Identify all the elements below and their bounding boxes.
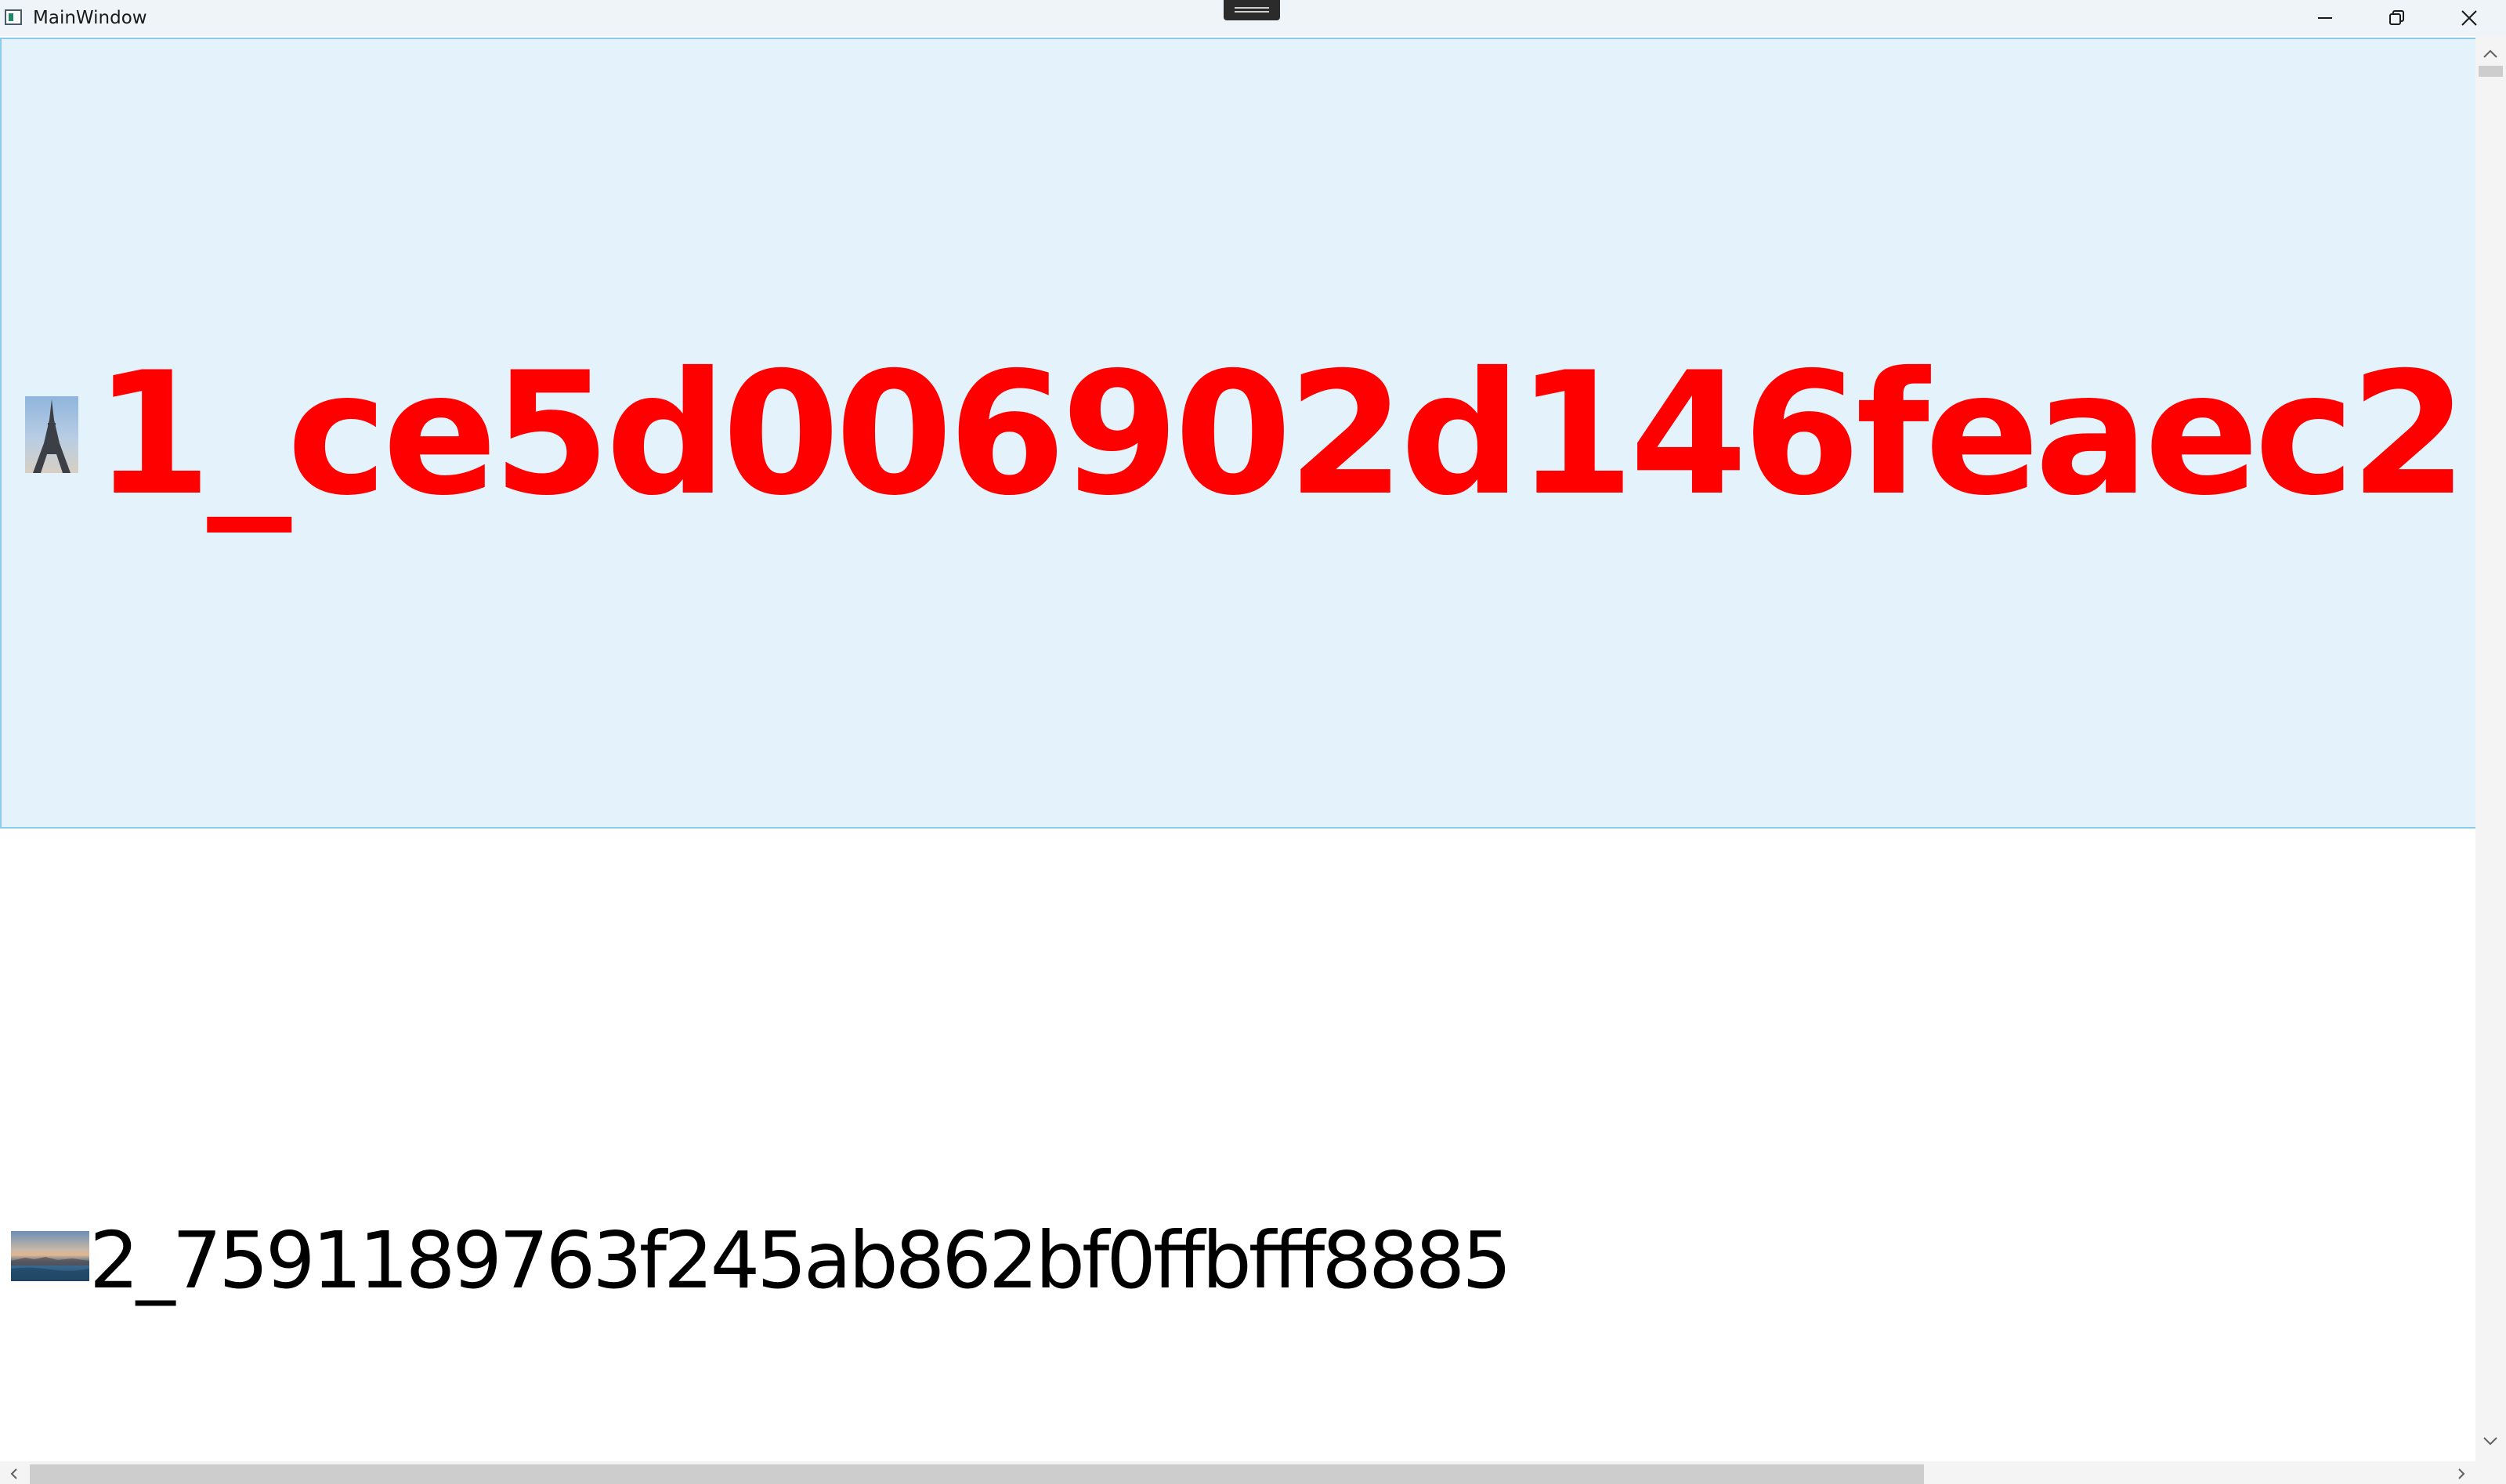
image-list[interactable]: 1_ce5d006902d146feaec21ffdf 2_7591189763… [0, 36, 2506, 1461]
list-item[interactable]: 2_7591189763f245ab862bf0ffbfff8885 [0, 830, 2475, 1461]
scroll-left-icon[interactable] [9, 1468, 19, 1483]
scroll-down-icon[interactable] [2482, 1434, 2498, 1449]
vertical-scroll-thumb[interactable] [2479, 66, 2503, 77]
list-item-label: 1_ce5d006902d146feaec21ffdf [94, 336, 2506, 533]
eiffel-tower-thumbnail [25, 396, 78, 473]
list-item[interactable]: 1_ce5d006902d146feaec21ffdf [0, 38, 2506, 829]
scrollbar-corner [2475, 1461, 2506, 1484]
close-icon [2461, 9, 2478, 27]
title-bar[interactable]: MainWindow [0, 0, 2506, 36]
minimize-icon [2316, 9, 2334, 27]
horizontal-scrollbar[interactable] [0, 1461, 2475, 1484]
window-title: MainWindow [33, 8, 147, 28]
close-button[interactable] [2433, 0, 2505, 36]
restore-button[interactable] [2361, 0, 2433, 36]
horizontal-scroll-thumb[interactable] [30, 1464, 1924, 1484]
scroll-right-icon[interactable] [2457, 1468, 2466, 1483]
minimize-button[interactable] [2289, 0, 2361, 36]
seascape-thumbnail [11, 1231, 89, 1281]
scroll-up-icon[interactable] [2482, 47, 2498, 62]
list-item-label: 2_7591189763f245ab862bf0ffbfff8885 [89, 1215, 1512, 1306]
vertical-scrollbar[interactable] [2475, 36, 2506, 1461]
app-icon[interactable] [5, 9, 22, 25]
main-window: MainWindow 1_ce5d006902d146feaec2 2_7591… [0, 0, 2506, 1484]
snap-layout-handle[interactable] [1224, 0, 1280, 20]
restore-icon [2388, 9, 2406, 27]
